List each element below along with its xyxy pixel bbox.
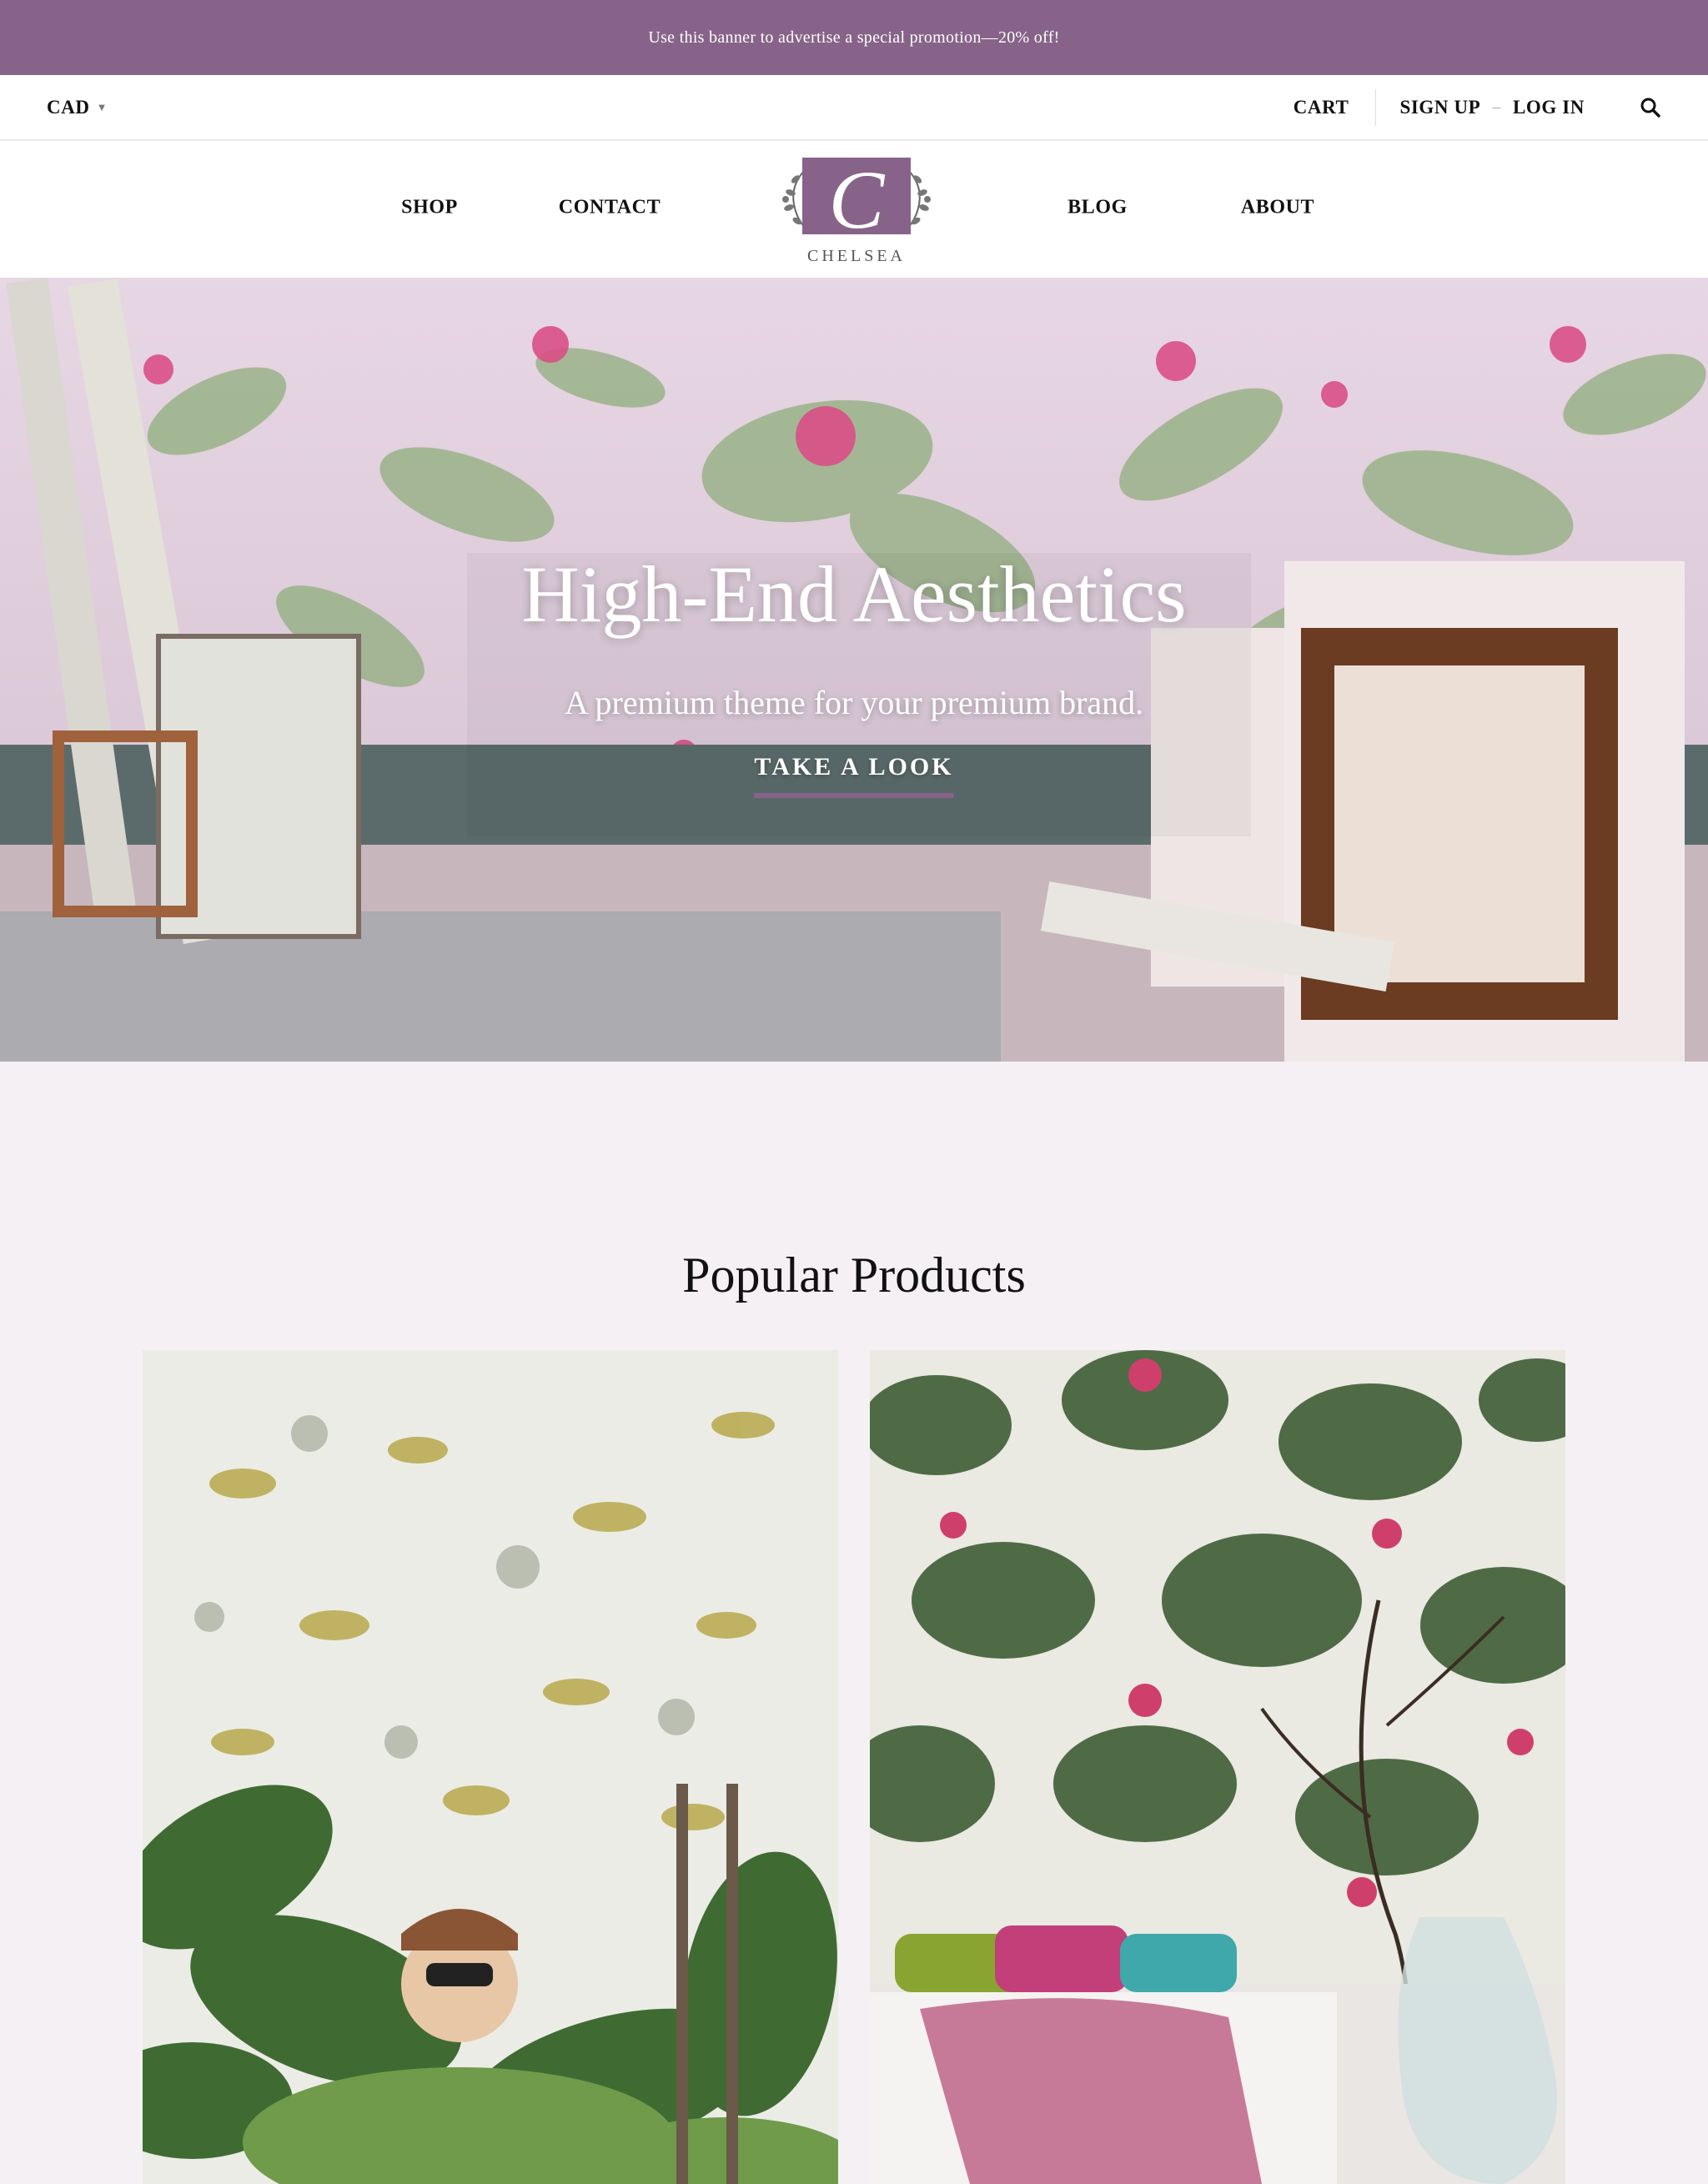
promo-banner: Use this banner to advertise a special p… (0, 0, 1708, 75)
hero-background-image (0, 278, 1708, 1062)
nav-shop[interactable]: SHOP (401, 197, 458, 219)
product-card[interactable] (870, 1350, 1565, 2184)
nav-contact[interactable]: CONTACT (559, 197, 661, 219)
promo-banner-text: Use this banner to advertise a special p… (648, 28, 1060, 47)
hero-banner: High-End Aesthetics A premium theme for … (0, 278, 1708, 1062)
currency-selector[interactable]: CAD ▼ (47, 97, 108, 118)
product-image-dinosaur-wallpaper (143, 1350, 838, 2184)
account-separator: – (1492, 98, 1501, 116)
logo-monogram: C (829, 153, 886, 246)
popular-products-heading: Popular Products (682, 1247, 1026, 1303)
currency-label: CAD (47, 96, 90, 118)
chelsea-logo[interactable]: C CHELSEA (761, 153, 952, 269)
sign-up-link[interactable]: SIGN UP (1399, 97, 1480, 118)
hero-title: High-End Aesthetics (521, 550, 1187, 639)
nav-blog[interactable]: BLOG (1068, 197, 1128, 219)
logo-name: CHELSEA (807, 247, 906, 265)
utility-bar: CAD ▼ CART SIGN UP – LOG IN (0, 75, 1708, 141)
cart-link[interactable]: CART (1293, 88, 1377, 126)
caret-down-icon: ▼ (96, 100, 108, 113)
account-links: SIGN UP – LOG IN (1376, 97, 1585, 118)
take-a-look-button[interactable]: TAKE A LOOK (754, 753, 954, 798)
product-card[interactable] (143, 1350, 838, 2184)
hero-subtitle: A premium theme for your premium brand. (564, 684, 1144, 721)
product-image-tropical-wallpaper (870, 1350, 1565, 2184)
cart-label: CART (1293, 96, 1349, 118)
log-in-link[interactable]: LOG IN (1513, 97, 1585, 118)
main-nav: SHOP CONTACT C CHELSEA BLOG ABOUT (0, 141, 1708, 278)
search-icon[interactable] (1640, 97, 1661, 118)
popular-products-section: Popular Products (0, 1062, 1708, 2184)
nav-about[interactable]: ABOUT (1241, 197, 1314, 219)
